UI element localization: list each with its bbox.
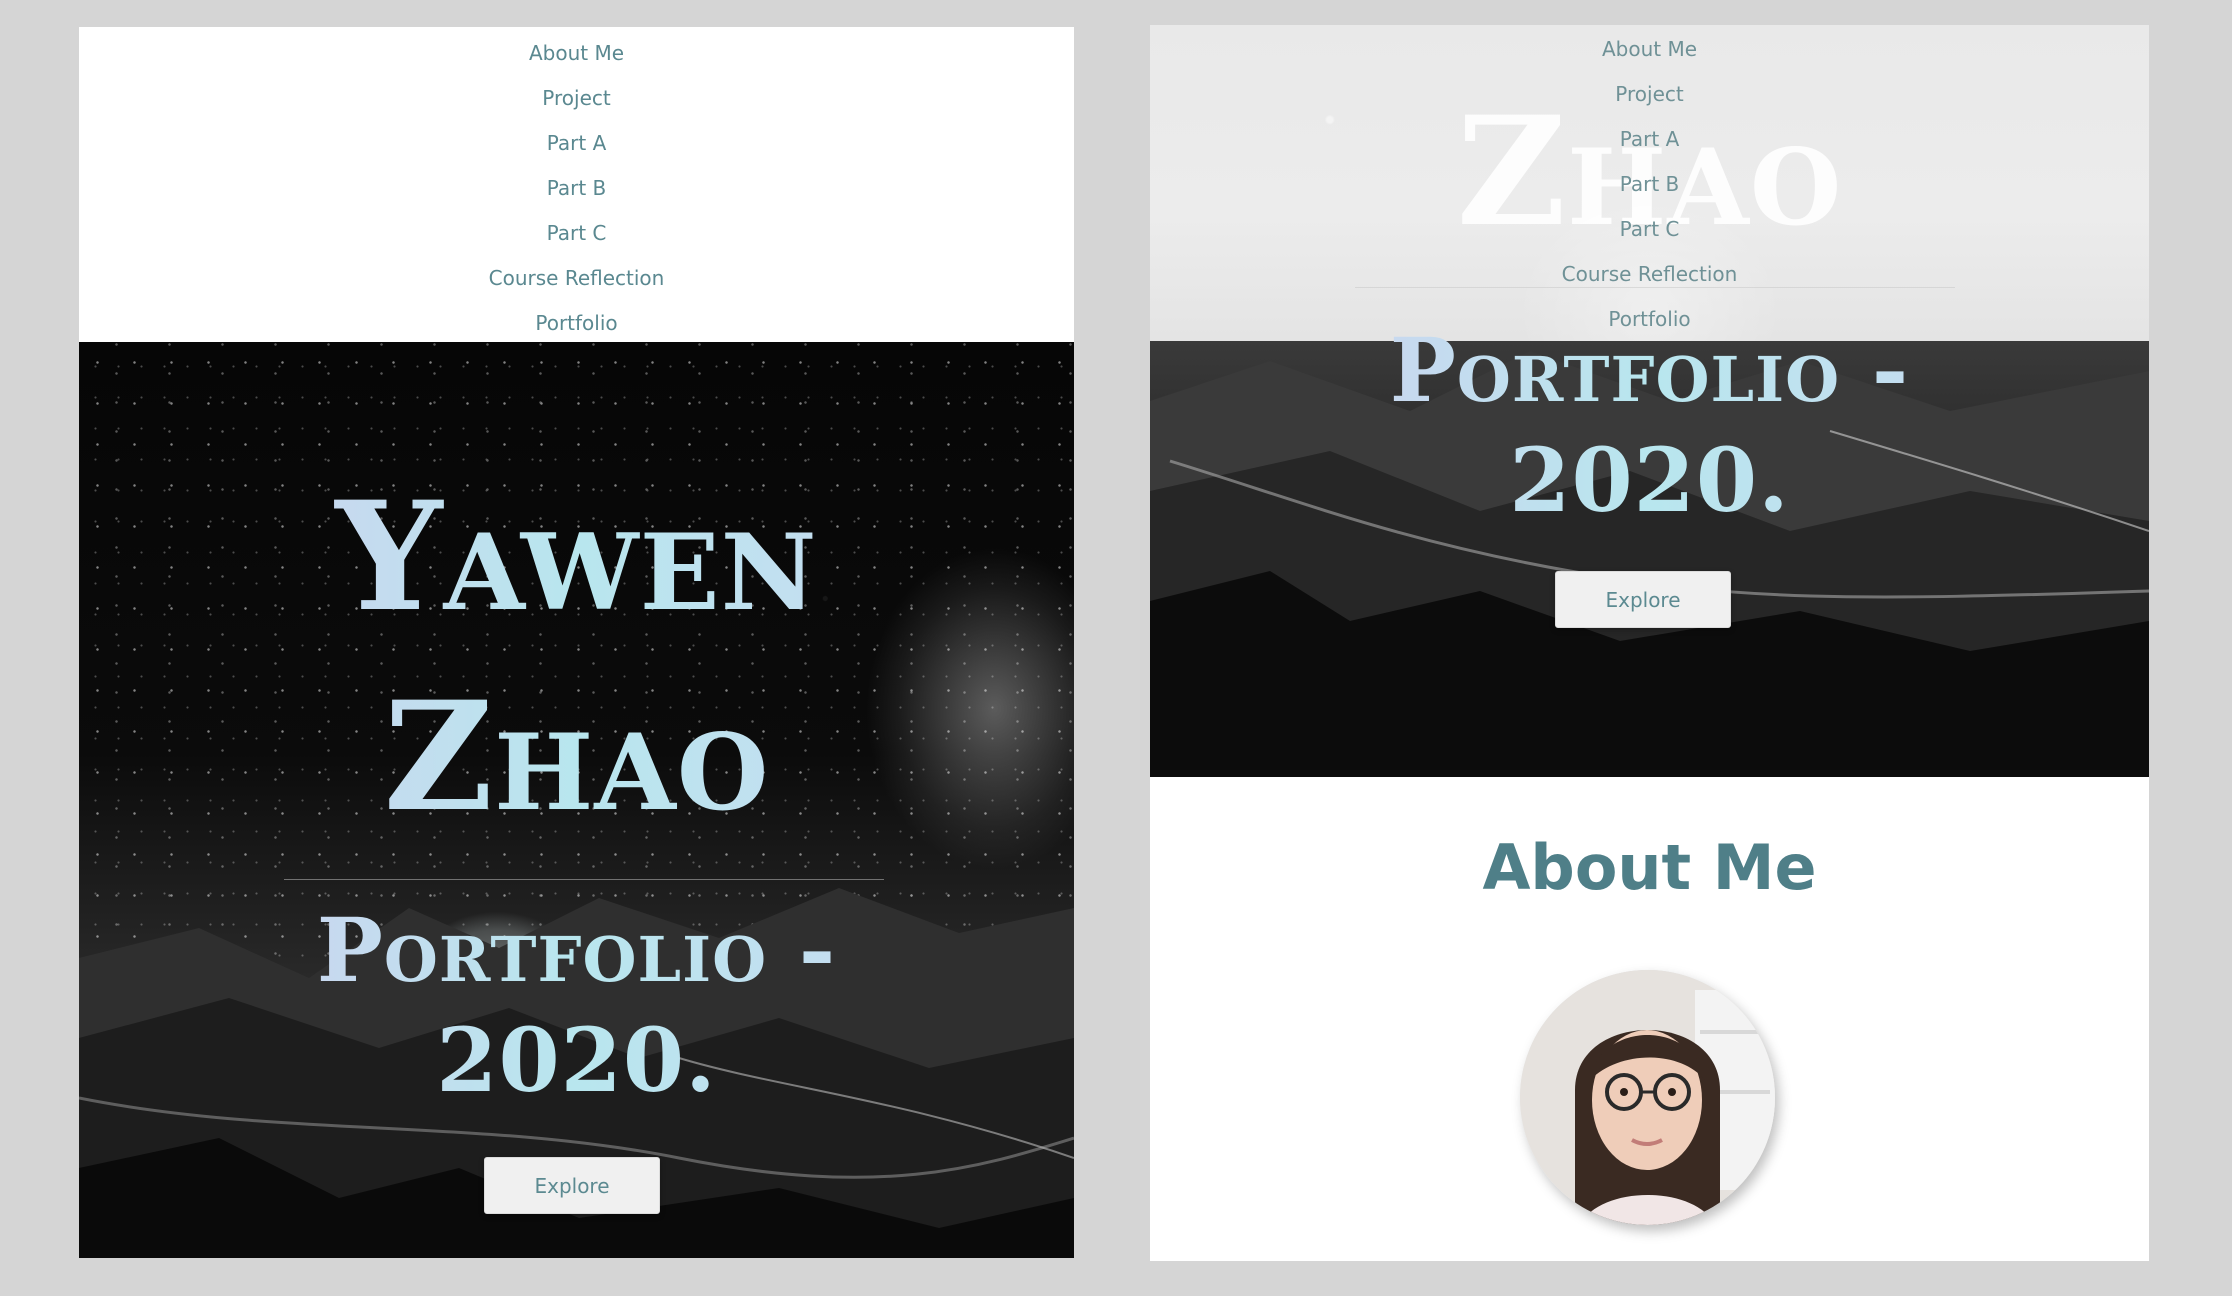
hero-name-line2: Zhao <box>79 657 1074 857</box>
nav-course-reflection[interactable]: Course Reflection <box>489 256 665 301</box>
hero-subtitle-scrolled: Portfolio - 2020. <box>1150 315 2149 535</box>
nav-part-b[interactable]: Part B <box>547 166 607 211</box>
nav-portfolio[interactable]: Portfolio <box>535 301 617 346</box>
nav-project[interactable]: Project <box>542 76 610 121</box>
nav-portfolio[interactable]: Portfolio <box>1608 297 1690 342</box>
top-navigation: About Me Project Part A Part B Part C Co… <box>79 27 1074 342</box>
hero-subtitle-line2-scrolled: 2020. <box>1150 425 2149 535</box>
about-me-heading: About Me <box>1482 831 1817 904</box>
portrait-image <box>1520 970 1775 1225</box>
nav-part-c[interactable]: Part C <box>1620 207 1680 252</box>
nav-part-a[interactable]: Part A <box>547 121 607 166</box>
nav-part-a[interactable]: Part A <box>1620 117 1680 162</box>
hero-divider <box>284 879 884 880</box>
hero-subtitle-line2: 2020. <box>79 1005 1074 1115</box>
hero-name-title: Yawen Zhao <box>79 457 1074 857</box>
explore-button[interactable]: Explore <box>1555 571 1731 628</box>
top-navigation-transparent: About Me Project Part A Part B Part C Co… <box>1150 25 2149 341</box>
nav-course-reflection[interactable]: Course Reflection <box>1562 252 1738 297</box>
hero-subtitle: Portfolio - 2020. <box>79 895 1074 1115</box>
nav-part-b[interactable]: Part B <box>1620 162 1680 207</box>
screenshot-right-panel: Zhao About Me Project Part A Part B Part… <box>1150 25 2149 1261</box>
nav-part-c[interactable]: Part C <box>547 211 607 256</box>
screenshot-left-panel: About Me Project Part A Part B Part C Co… <box>79 27 1074 1258</box>
explore-button[interactable]: Explore <box>484 1157 660 1214</box>
nav-about-me[interactable]: About Me <box>529 31 624 76</box>
hero-subtitle-line1: Portfolio - <box>79 895 1074 1005</box>
nav-about-me[interactable]: About Me <box>1602 27 1697 72</box>
hero-name-line1: Yawen <box>79 457 1074 657</box>
nav-project[interactable]: Project <box>1615 72 1683 117</box>
profile-photo-avatar <box>1520 970 1775 1225</box>
